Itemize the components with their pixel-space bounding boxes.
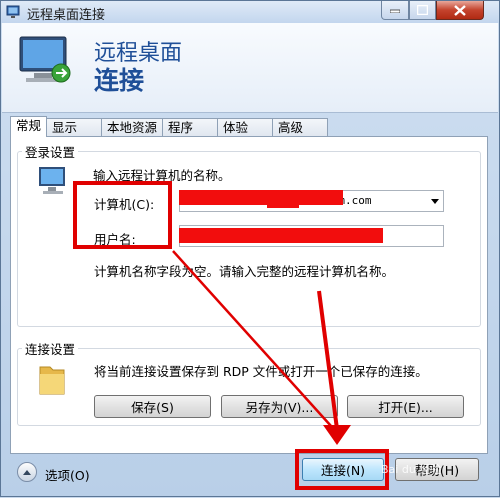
title-bar[interactable]: 远程桌面连接 (1, 1, 499, 23)
maximize-button[interactable] (409, 1, 436, 20)
remote-desktop-app-icon (6, 5, 20, 18)
connection-description: 将当前连接设置保存到 RDP 文件或打开一个已保存的连接。 (94, 364, 428, 379)
options-label[interactable]: 选项(O) (45, 465, 90, 484)
tab-experience[interactable]: 体验 (217, 118, 274, 137)
redaction-mark (179, 190, 343, 205)
redaction-mark-tail (267, 199, 299, 208)
save-button[interactable]: 保存(S) (94, 395, 211, 418)
minimize-button[interactable] (381, 1, 409, 20)
empty-name-hint: 计算机名称字段为空。请输入完整的远程计算机名称。 (94, 264, 395, 279)
close-icon (454, 4, 466, 16)
header-title-line2: 连接 (94, 66, 145, 95)
options-toggle-button[interactable] (17, 462, 37, 482)
computer-icon (39, 167, 65, 194)
dropdown-arrow-icon[interactable] (431, 199, 439, 204)
connect-highlight-box (295, 449, 389, 490)
redaction-mark (179, 228, 383, 243)
remote-computer-icon (19, 36, 71, 83)
tab-strip: 常规 显示 本地资源 程序 体验 高级 (10, 116, 329, 137)
tab-display[interactable]: 显示 (46, 118, 103, 137)
save-as-button[interactable]: 另存为(V)... (221, 395, 338, 418)
watermark-text: Bai du 经验 (381, 463, 442, 476)
tab-programs[interactable]: 程序 (162, 118, 219, 137)
tab-local-resources[interactable]: 本地资源 (101, 118, 164, 137)
tab-general[interactable]: 常规 (10, 116, 48, 137)
window-title: 远程桌面连接 (27, 8, 106, 23)
label-highlight-box (73, 181, 172, 249)
close-button[interactable] (436, 1, 484, 20)
login-settings-label: 登录设置 (22, 142, 79, 161)
chevron-up-icon (23, 470, 31, 475)
minimize-icon (390, 9, 400, 13)
open-button[interactable]: 打开(E)... (347, 395, 464, 418)
banner-header: 远程桌面 连接 (2, 23, 498, 113)
tab-advanced[interactable]: 高级 (272, 118, 329, 137)
connection-settings-label: 连接设置 (22, 339, 79, 358)
maximize-icon (417, 5, 428, 15)
folder-icon (39, 366, 65, 395)
remote-desktop-window: 远程桌面连接 远程桌面 连接 常规 显示 本地资源 程序 体验 高级 登录设置 … (0, 0, 500, 497)
